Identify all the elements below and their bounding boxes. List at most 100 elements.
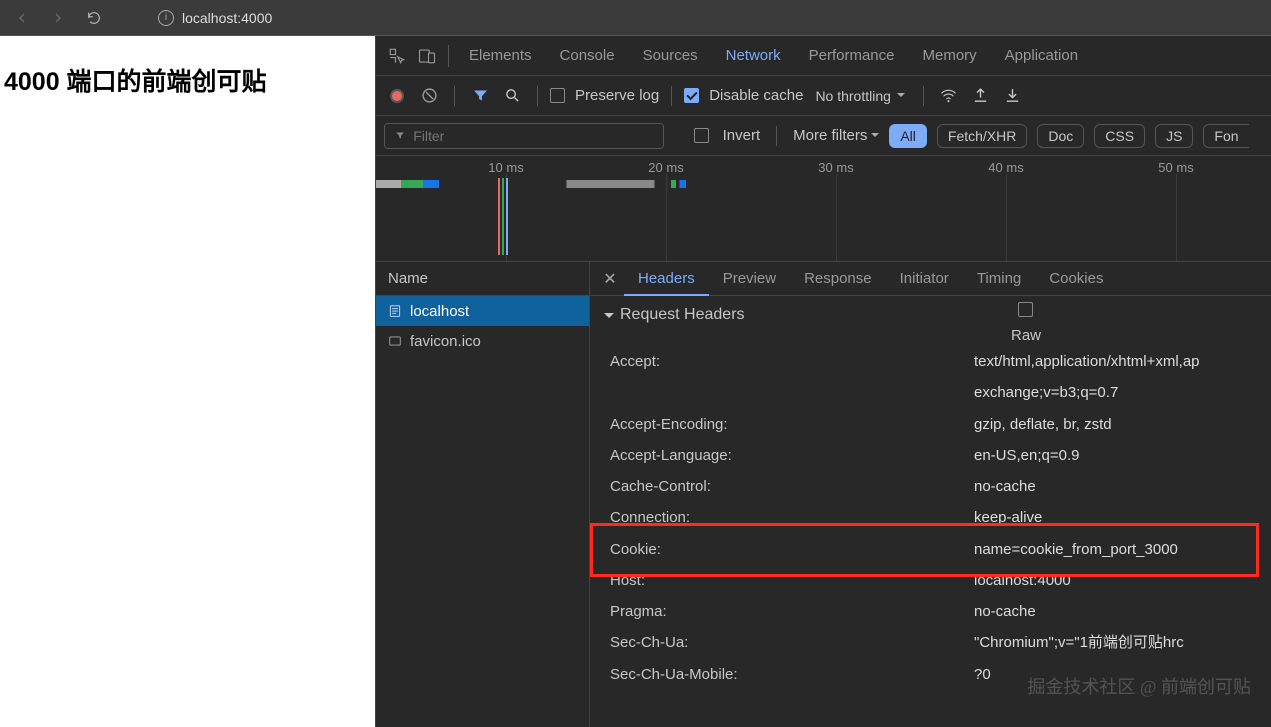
detail-tab-initiator[interactable]: Initiator: [886, 262, 963, 296]
disable-cache-checkbox[interactable]: [684, 88, 699, 103]
pill-fetch-xhr[interactable]: Fetch/XHR: [937, 124, 1027, 148]
header-row: Accept:text/html,application/xhtml+xml,a…: [604, 346, 1257, 377]
devtools-panel: Elements Console Sources Network Perform…: [375, 36, 1271, 727]
devtools-tabstrip: Elements Console Sources Network Perform…: [376, 36, 1271, 76]
document-icon: [388, 304, 402, 318]
tab-console[interactable]: Console: [546, 36, 629, 76]
header-key: Accept:: [604, 350, 974, 373]
device-toggle-icon[interactable]: [412, 41, 442, 71]
invert-checkbox[interactable]: [694, 128, 709, 143]
page-heading: 4000 端口的前端创可贴: [4, 62, 371, 98]
header-row: Cookie:name=cookie_from_port_3000: [604, 534, 1257, 565]
detail-tab-cookies[interactable]: Cookies: [1035, 262, 1117, 296]
header-key: Accept-Encoding:: [604, 413, 974, 436]
request-name: localhost: [410, 303, 469, 320]
detail-tabstrip: ✕ Headers Preview Response Initiator Tim…: [590, 262, 1271, 296]
throttling-select[interactable]: No throttling: [809, 83, 910, 109]
headers-body[interactable]: Request Headers Raw Accept:text/html,app…: [590, 296, 1271, 727]
raw-checkbox[interactable]: [1018, 302, 1033, 317]
forward-button[interactable]: [44, 4, 72, 32]
network-panels: Name localhost favicon.ico ✕ Headers Pre…: [376, 262, 1271, 727]
request-row[interactable]: favicon.ico: [376, 326, 589, 356]
search-icon[interactable]: [499, 83, 525, 109]
disclosure-triangle-icon[interactable]: [604, 313, 614, 323]
tab-sources[interactable]: Sources: [629, 36, 712, 76]
header-value: exchange;v=b3;q=0.7: [974, 381, 1118, 404]
header-value: name=cookie_from_port_3000: [974, 538, 1178, 561]
detail-tab-preview[interactable]: Preview: [709, 262, 790, 296]
section-request-headers[interactable]: Request Headers: [604, 306, 1257, 324]
tab-performance[interactable]: Performance: [795, 36, 909, 76]
header-row: Accept-Language:en-US,en;q=0.9: [604, 440, 1257, 471]
tab-memory[interactable]: Memory: [909, 36, 991, 76]
tab-application[interactable]: Application: [991, 36, 1092, 76]
header-value: text/html,application/xhtml+xml,ap: [974, 350, 1200, 373]
funnel-icon: [395, 130, 405, 141]
filter-input-wrap[interactable]: [384, 123, 664, 149]
back-button[interactable]: [8, 4, 36, 32]
request-detail: ✕ Headers Preview Response Initiator Tim…: [590, 262, 1271, 727]
timeline-tick: 50 ms: [1158, 160, 1193, 175]
preserve-log-checkbox[interactable]: [550, 88, 565, 103]
header-key: Pragma:: [604, 600, 974, 623]
header-value: ?0: [974, 663, 991, 686]
request-list: Name localhost favicon.ico: [376, 262, 590, 727]
network-timeline[interactable]: 10 ms 20 ms 30 ms 40 ms 50 ms: [376, 156, 1271, 262]
pill-doc[interactable]: Doc: [1037, 124, 1084, 148]
pill-js[interactable]: JS: [1155, 124, 1193, 148]
header-key: [604, 381, 974, 404]
site-info-icon[interactable]: i: [158, 10, 174, 26]
timeline-tick: 30 ms: [818, 160, 853, 175]
download-har-icon[interactable]: [1000, 83, 1026, 109]
header-key: Cache-Control:: [604, 475, 974, 498]
filter-input[interactable]: [413, 128, 653, 144]
header-row: Pragma:no-cache: [604, 596, 1257, 627]
record-button[interactable]: [384, 83, 410, 109]
preserve-log-label: Preserve log: [575, 87, 659, 104]
network-conditions-icon[interactable]: [936, 83, 962, 109]
header-row: Sec-Ch-Ua:"Chromium";v="1前端创可贴hrc: [604, 627, 1257, 658]
header-key: Sec-Ch-Ua:: [604, 631, 974, 654]
timeline-tick: 10 ms: [488, 160, 523, 175]
detail-tab-response[interactable]: Response: [790, 262, 886, 296]
header-value: no-cache: [974, 475, 1036, 498]
header-value: gzip, deflate, br, zstd: [974, 413, 1112, 436]
tab-elements[interactable]: Elements: [455, 36, 546, 76]
timeline-tick: 40 ms: [988, 160, 1023, 175]
detail-tab-timing[interactable]: Timing: [963, 262, 1035, 296]
header-row: Sec-Ch-Ua-Mobile:?0: [604, 659, 1257, 690]
address-field[interactable]: i localhost:4000: [144, 4, 286, 32]
raw-label: Raw: [1011, 327, 1041, 344]
browser-address-bar: i localhost:4000: [0, 0, 1271, 36]
header-value: en-US,en;q=0.9: [974, 444, 1080, 467]
request-list-header[interactable]: Name: [376, 262, 589, 296]
request-row[interactable]: localhost: [376, 296, 589, 326]
upload-har-icon[interactable]: [968, 83, 994, 109]
clear-button[interactable]: [416, 83, 442, 109]
filter-toggle-icon[interactable]: [467, 83, 493, 109]
close-detail-button[interactable]: ✕: [596, 265, 624, 293]
network-toolbar: Preserve log Disable cache No throttling: [376, 76, 1271, 116]
pill-font[interactable]: Fon: [1203, 124, 1248, 148]
header-value: no-cache: [974, 600, 1036, 623]
header-row: Connection:keep-alive: [604, 502, 1257, 533]
pill-all[interactable]: All: [889, 124, 927, 148]
disable-cache-label: Disable cache: [709, 87, 803, 104]
header-key: Connection:: [604, 506, 974, 529]
header-value: "Chromium";v="1前端创可贴hrc: [974, 631, 1184, 654]
invert-label: Invert: [723, 127, 761, 144]
header-row: Host:localhost:4000: [604, 565, 1257, 596]
header-row: Accept-Encoding:gzip, deflate, br, zstd: [604, 409, 1257, 440]
header-value: keep-alive: [974, 506, 1042, 529]
header-key: Host:: [604, 569, 974, 592]
header-key: Sec-Ch-Ua-Mobile:: [604, 663, 974, 686]
detail-tab-headers[interactable]: Headers: [624, 262, 709, 296]
inspect-icon[interactable]: [382, 41, 412, 71]
timeline-tick: 20 ms: [648, 160, 683, 175]
header-key: Accept-Language:: [604, 444, 974, 467]
more-filters-menu[interactable]: More filters: [793, 127, 879, 144]
pill-css[interactable]: CSS: [1094, 124, 1145, 148]
tab-network[interactable]: Network: [712, 36, 795, 76]
request-name: favicon.ico: [410, 333, 481, 350]
reload-button[interactable]: [80, 4, 108, 32]
